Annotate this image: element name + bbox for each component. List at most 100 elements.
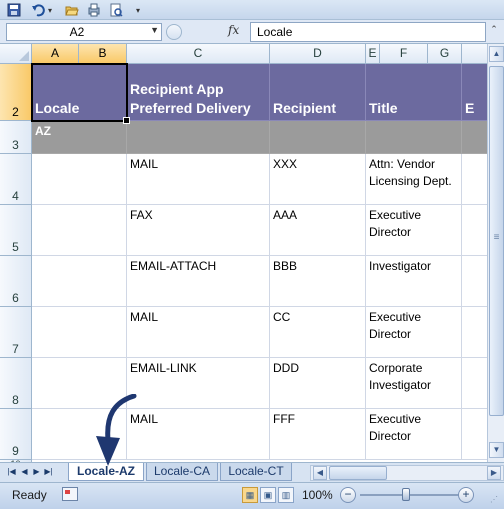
scroll-down-icon[interactable]: ▼: [489, 442, 504, 458]
locale-cell[interactable]: [32, 205, 127, 256]
sheet-tab-locale-ct[interactable]: Locale-CT: [220, 463, 292, 481]
delivery-cell[interactable]: MAIL: [127, 307, 270, 358]
title-cell[interactable]: Attn: Vendor Licensing Dept.: [366, 154, 462, 205]
header-next-partial: E: [465, 100, 475, 116]
resize-grip-icon[interactable]: ⋰: [490, 495, 502, 507]
delivery-cell[interactable]: EMAIL-LINK: [127, 358, 270, 409]
group-cell[interactable]: [366, 121, 462, 154]
row-header-3[interactable]: 3: [0, 121, 32, 154]
expand-formula-bar-icon[interactable]: ⌃: [488, 24, 500, 38]
scroll-right-icon[interactable]: ▶: [487, 466, 501, 480]
header-locale-cell[interactable]: Locale: [32, 64, 127, 121]
row-number: 7: [12, 342, 19, 356]
row-number: 8: [12, 393, 19, 407]
previous-sheet-icon[interactable]: ◀: [19, 466, 30, 478]
row-header-4[interactable]: 4: [0, 154, 32, 205]
scroll-up-icon[interactable]: ▲: [489, 46, 504, 62]
header-locale: Locale: [35, 100, 80, 116]
zoom-slider-thumb[interactable]: [402, 488, 410, 501]
group-label-cell[interactable]: AZ: [32, 121, 127, 154]
chevron-down-icon[interactable]: ▼: [150, 25, 159, 35]
header-recipient-cell[interactable]: Recipient: [270, 64, 366, 121]
title-cell[interactable]: Executive Director: [366, 205, 462, 256]
callout-arrow: [96, 394, 137, 466]
next-sheet-icon[interactable]: ▶: [31, 466, 42, 478]
recipient-cell[interactable]: AAA: [270, 205, 366, 256]
normal-view-icon[interactable]: ▦: [242, 487, 258, 503]
page-layout-view-icon[interactable]: ▣: [260, 487, 276, 503]
formula-input[interactable]: Locale: [250, 22, 486, 42]
recipient-cell[interactable]: DDD: [270, 358, 366, 409]
sheet-tab-bar: |◀ ◀ ▶ ▶| Locale-AZ Locale-CA Locale-CT …: [0, 462, 504, 482]
column-header-a[interactable]: A: [32, 44, 79, 64]
recipient-cell[interactable]: CC: [270, 307, 366, 358]
row-header-5[interactable]: 5: [0, 205, 32, 256]
delivery-cell[interactable]: MAIL: [127, 154, 270, 205]
formula-bar-splitter[interactable]: [166, 24, 182, 40]
scroll-left-icon[interactable]: ◀: [313, 466, 327, 480]
select-all-button[interactable]: [0, 44, 32, 64]
group-cell[interactable]: [270, 121, 366, 154]
first-sheet-icon[interactable]: |◀: [6, 466, 17, 478]
row-number: 5: [12, 240, 19, 254]
undo-dropdown-icon[interactable]: ▾: [46, 2, 54, 18]
delivery-cell[interactable]: MAIL: [127, 409, 270, 460]
open-icon[interactable]: [64, 2, 80, 18]
horizontal-scroll-thumb[interactable]: [329, 466, 387, 480]
column-header-b[interactable]: B: [79, 44, 127, 64]
zoom-in-icon[interactable]: +: [458, 487, 474, 503]
name-box-value: A2: [69, 25, 85, 39]
recipient-cell[interactable]: FFF: [270, 409, 366, 460]
customize-qat-icon[interactable]: ▾: [134, 2, 142, 18]
save-icon[interactable]: [6, 2, 22, 18]
column-header-f[interactable]: F: [380, 44, 428, 64]
title-cell[interactable]: Investigator: [366, 256, 462, 307]
delivery-cell[interactable]: EMAIL-ATTACH: [127, 256, 270, 307]
column-header-h[interactable]: [462, 44, 488, 64]
status-mode: Ready: [12, 488, 47, 502]
header-preferred-delivery-cell[interactable]: Recipient App Preferred Delivery: [127, 64, 270, 121]
column-header-c[interactable]: C: [127, 44, 270, 64]
last-sheet-icon[interactable]: ▶|: [43, 466, 54, 478]
title-cell[interactable]: Executive Director: [366, 409, 462, 460]
insert-function-icon[interactable]: fx: [228, 23, 239, 37]
column-header-g[interactable]: G: [428, 44, 462, 64]
header-title-cell[interactable]: Title: [366, 64, 462, 121]
quick-access-toolbar: ▾ ▾: [0, 0, 504, 20]
locale-cell[interactable]: [32, 154, 127, 205]
macro-recording-icon[interactable]: [62, 487, 78, 501]
delivery-cell[interactable]: FAX: [127, 205, 270, 256]
zoom-slider-track[interactable]: [360, 494, 460, 496]
column-header-e[interactable]: E: [366, 44, 380, 64]
undo-icon[interactable]: [30, 2, 46, 18]
header-title: Title: [369, 100, 398, 116]
group-cell[interactable]: [127, 121, 270, 154]
worksheet-grid: A B C D E F G 2 3 4 5 6 7 8 9 10 Locale …: [0, 44, 504, 462]
zoom-out-icon[interactable]: −: [340, 487, 356, 503]
locale-cell[interactable]: [32, 307, 127, 358]
zoom-level[interactable]: 100%: [302, 488, 333, 502]
row-header-9[interactable]: 9: [0, 409, 32, 460]
name-box[interactable]: A2 ▼: [6, 23, 162, 41]
recipient-cell[interactable]: BBB: [270, 256, 366, 307]
horizontal-scrollbar[interactable]: ◀ ▶: [310, 465, 504, 481]
row-header-7[interactable]: 7: [0, 307, 32, 358]
title-cell[interactable]: Executive Director: [366, 307, 462, 358]
title-cell[interactable]: Corporate Investigator: [366, 358, 462, 409]
recipient-cell[interactable]: XXX: [270, 154, 366, 205]
column-header-d[interactable]: D: [270, 44, 366, 64]
locale-cell[interactable]: [32, 256, 127, 307]
vertical-scroll-thumb[interactable]: [489, 66, 504, 416]
row-header-8[interactable]: 8: [0, 358, 32, 409]
vertical-scrollbar[interactable]: ▲ ▼: [487, 44, 504, 462]
row-number: 3: [12, 138, 19, 152]
print-preview-icon[interactable]: [86, 2, 102, 18]
header-preferred-delivery: Recipient App Preferred Delivery: [130, 81, 251, 116]
page-break-preview-icon[interactable]: ▥: [278, 487, 294, 503]
row-header-2[interactable]: 2: [0, 64, 32, 121]
spelling-icon[interactable]: [108, 2, 124, 18]
formula-bar: A2 ▼ fx Locale ⌃: [0, 20, 504, 44]
sheet-tab-locale-ca[interactable]: Locale-CA: [146, 463, 218, 481]
row-header-6[interactable]: 6: [0, 256, 32, 307]
header-recipient: Recipient: [273, 100, 337, 116]
